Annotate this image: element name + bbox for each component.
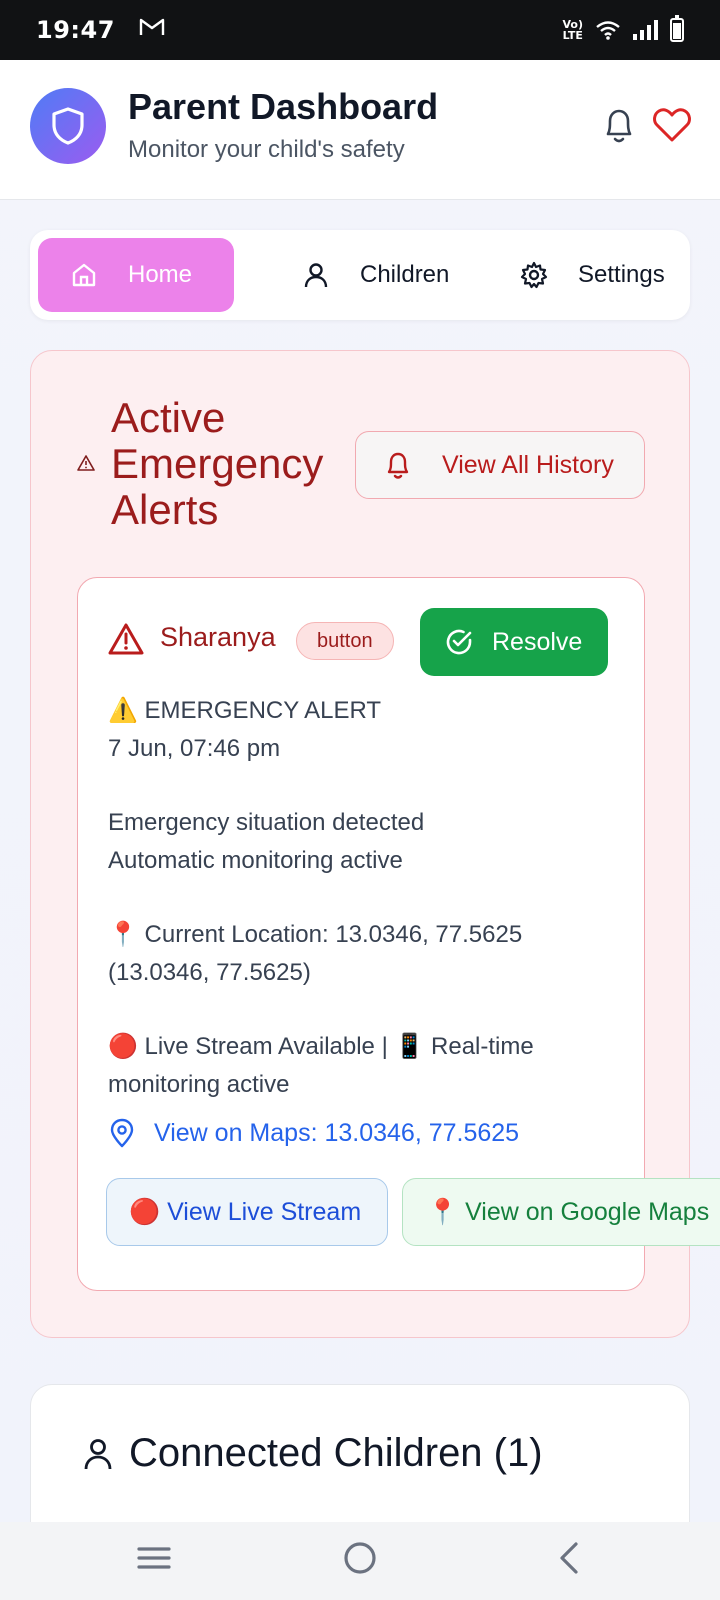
recent-apps-icon[interactable] <box>136 1540 172 1576</box>
status-bar: 19:47 Vo) LTE <box>0 0 720 60</box>
alert-actions-clip: 🔴 View Live Stream 📍 View on Google Maps <box>76 576 720 1290</box>
status-time: 19:47 <box>36 16 115 44</box>
home-circle-icon[interactable] <box>342 1540 378 1576</box>
system-navigation-bar <box>0 1522 720 1600</box>
battery-icon <box>670 15 684 42</box>
notifications-bell-icon[interactable] <box>600 104 638 146</box>
volte-indicator: Vo) LTE <box>562 18 584 42</box>
tab-settings-label: Settings <box>578 261 665 288</box>
tab-children-label: Children <box>360 261 450 288</box>
user-icon <box>84 1439 112 1470</box>
page-subtitle: Monitor your child's safety <box>128 136 405 163</box>
warning-icon <box>77 455 95 471</box>
tab-children[interactable]: Children <box>270 238 450 312</box>
home-icon <box>72 263 96 287</box>
tab-home-label: Home <box>128 261 193 288</box>
alerts-section-title: Active Emergency Alerts <box>111 394 324 533</box>
bell-icon <box>387 452 409 479</box>
tab-home[interactable]: Home <box>38 238 234 312</box>
view-all-history-button[interactable]: View All History <box>355 431 645 499</box>
favorites-heart-icon[interactable] <box>652 106 692 144</box>
wifi-icon <box>596 21 620 40</box>
view-live-stream-button[interactable]: 🔴 View Live Stream <box>106 1178 388 1246</box>
shield-icon <box>30 88 106 164</box>
view-all-history-label: View All History <box>442 450 614 479</box>
page-title: Parent Dashboard <box>128 86 439 127</box>
gear-icon <box>520 261 548 289</box>
back-icon[interactable] <box>552 1540 588 1576</box>
signal-icon <box>633 20 658 40</box>
gmail-icon <box>139 17 165 43</box>
connected-children-title: Connected Children (1) <box>129 1431 543 1475</box>
user-icon <box>304 263 328 288</box>
tab-bar: Home Children Settings <box>30 230 690 320</box>
tab-settings[interactable]: Settings <box>488 238 684 312</box>
view-on-google-maps-button[interactable]: 📍 View on Google Maps <box>402 1178 720 1246</box>
app-header: Parent Dashboard Monitor your child's sa… <box>0 60 720 200</box>
